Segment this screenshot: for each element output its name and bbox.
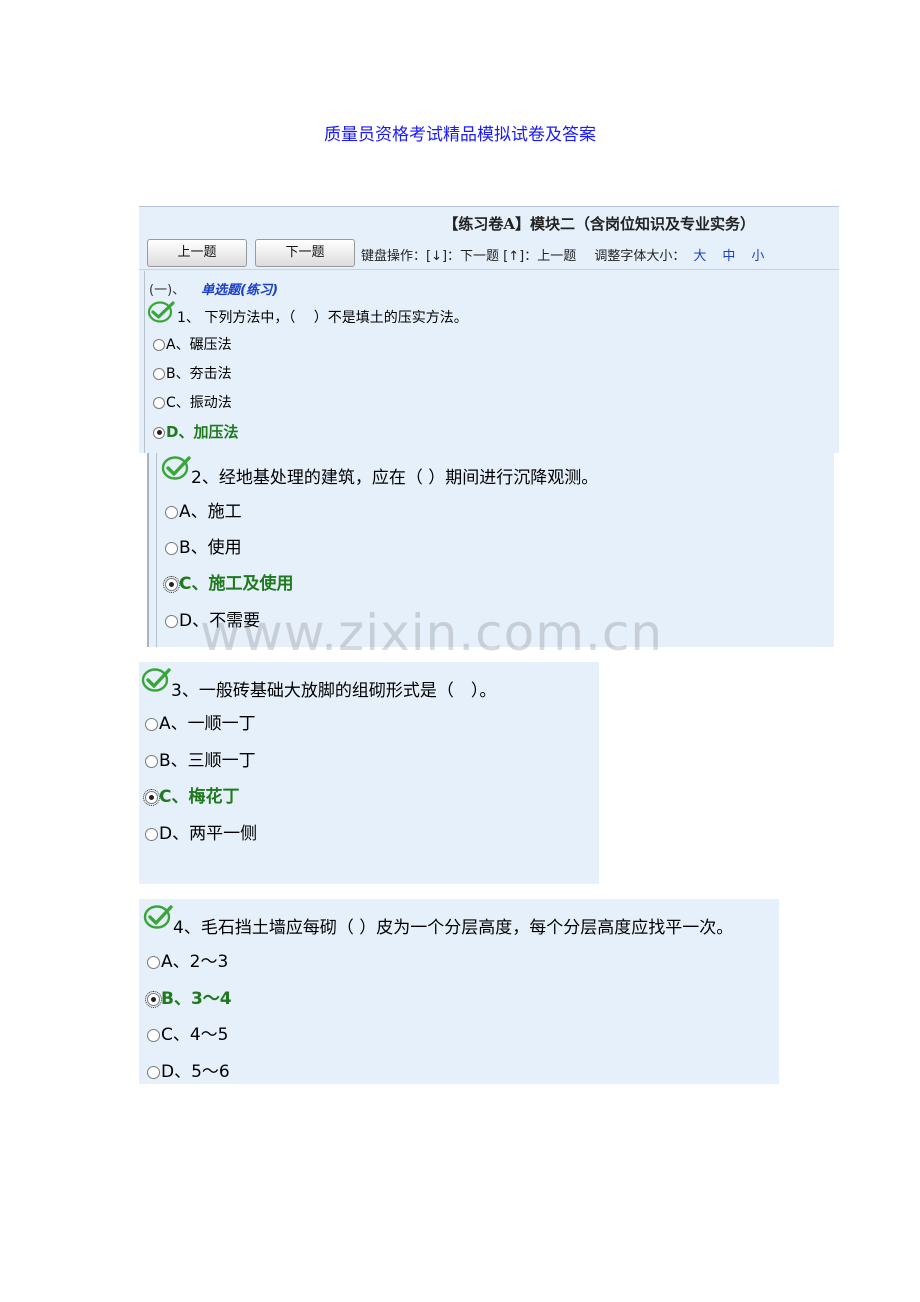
check-circle-icon: [143, 905, 173, 929]
question-4-option-d[interactable]: D、5～6: [147, 1057, 230, 1082]
exam-panel-3: 3、一般砖基础大放脚的组砌形式是（ ）。 A、一顺一丁 B、三顺一丁 C、梅花丁…: [139, 662, 599, 884]
section-type: 单选题(练习): [201, 283, 279, 298]
question-2-option-b[interactable]: B、使用: [165, 533, 242, 558]
question-3-stem: 3、一般砖基础大放脚的组砌形式是（ ）。: [171, 681, 497, 701]
radio-icon[interactable]: [153, 397, 165, 409]
question-4-option-a[interactable]: A、2～3: [147, 947, 228, 972]
exam-panel-2: 2、经地基处理的建筑，应在（ ）期间进行沉降观测。 A、施工 B、使用 C、施工…: [147, 453, 834, 647]
question-3-option-d[interactable]: D、两平一侧: [145, 819, 257, 844]
question-1-option-b[interactable]: B、夯击法: [153, 363, 232, 383]
radio-icon[interactable]: [165, 541, 178, 555]
question-3-option-a[interactable]: A、一顺一丁: [145, 709, 256, 734]
radio-icon[interactable]: [153, 339, 165, 351]
question-2-option-d[interactable]: D、不需要: [165, 606, 260, 631]
radio-icon[interactable]: [153, 368, 165, 380]
radio-icon[interactable]: [145, 827, 158, 841]
keyboard-hint-text: 键盘操作：[↓]：下一题 [↑]：上一题: [361, 249, 577, 264]
section-number: (一)、: [149, 283, 186, 298]
radio-icon[interactable]: [165, 505, 178, 519]
question-1-option-d[interactable]: D、加压法: [153, 421, 238, 442]
header-divider: [139, 269, 839, 270]
font-size-medium[interactable]: 中: [722, 249, 735, 264]
question-4-option-c[interactable]: C、4～5: [147, 1020, 229, 1045]
document-title: 质量员资格考试精品模拟试卷及答案: [324, 125, 596, 145]
font-size-label: 调整字体大小：: [594, 249, 686, 264]
keyboard-hint: 键盘操作：[↓]：下一题 [↑]：上一题 调整字体大小： 大 中 小: [361, 245, 764, 264]
panel-border-line: [156, 453, 157, 647]
question-area: [144, 271, 839, 453]
check-circle-icon: [147, 301, 175, 323]
section-heading: (一)、 单选题(练习): [149, 279, 278, 298]
radio-selected-icon[interactable]: [163, 575, 180, 593]
question-2-option-c[interactable]: C、施工及使用: [163, 569, 293, 594]
exam-panel-4: 4、毛石挡土墙应每砌（ ）皮为一个分层高度，每个分层高度应找平一次。 A、2～3…: [139, 899, 779, 1084]
radio-icon[interactable]: [165, 614, 178, 628]
check-circle-icon: [161, 456, 191, 480]
font-size-large[interactable]: 大: [693, 249, 706, 264]
question-1-option-a[interactable]: A、碾压法: [153, 334, 232, 354]
exam-title: 【练习卷A】模块二（含岗位知识及专业实务）: [443, 215, 755, 233]
prev-question-button[interactable]: 上一题: [147, 239, 247, 267]
question-2-stem: 2、经地基处理的建筑，应在（ ）期间进行沉降观测。: [191, 468, 599, 488]
question-4-option-b[interactable]: B、3～4: [145, 984, 232, 1009]
font-size-small[interactable]: 小: [751, 249, 764, 264]
question-4-stem: 4、毛石挡土墙应每砌（ ）皮为一个分层高度，每个分层高度应找平一次。: [173, 918, 734, 938]
radio-icon[interactable]: [147, 1028, 160, 1042]
question-1-stem: 1、 下列方法中，（ ）不是填土的压实方法。: [177, 310, 468, 326]
radio-selected-icon[interactable]: [143, 788, 160, 806]
radio-icon[interactable]: [147, 955, 160, 969]
next-question-button[interactable]: 下一题: [255, 239, 355, 267]
radio-selected-icon[interactable]: [145, 990, 162, 1008]
question-2-option-a[interactable]: A、施工: [165, 497, 242, 522]
question-1-option-c[interactable]: C、振动法: [153, 392, 232, 412]
radio-icon[interactable]: [145, 717, 158, 731]
radio-selected-icon[interactable]: [153, 426, 165, 439]
check-circle-icon: [141, 668, 171, 692]
question-3-option-c[interactable]: C、梅花丁: [143, 782, 239, 807]
exam-panel-1: 【练习卷A】模块二（含岗位知识及专业实务） 上一题 下一题 键盘操作：[↓]：下…: [139, 206, 839, 453]
radio-icon[interactable]: [147, 1065, 160, 1079]
question-3-option-b[interactable]: B、三顺一丁: [145, 746, 256, 771]
radio-icon[interactable]: [145, 754, 158, 768]
